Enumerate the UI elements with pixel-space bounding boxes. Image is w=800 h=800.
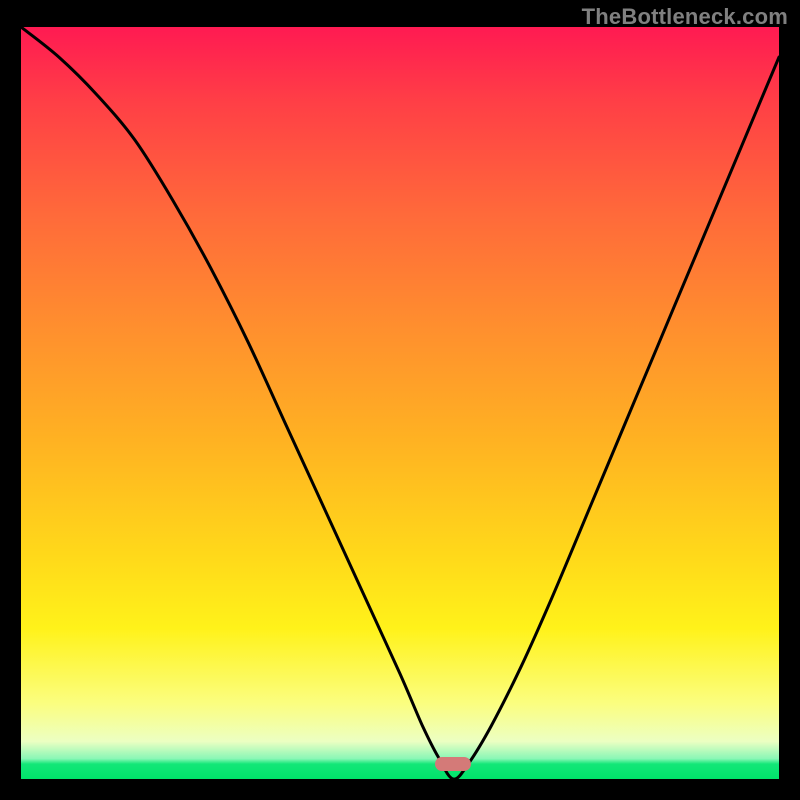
chart-frame: TheBottleneck.com xyxy=(0,0,800,800)
optimum-marker xyxy=(435,757,471,771)
plot-area xyxy=(21,27,779,779)
bottleneck-curve xyxy=(21,27,779,779)
watermark-label: TheBottleneck.com xyxy=(582,4,788,30)
curve-path xyxy=(21,27,779,779)
